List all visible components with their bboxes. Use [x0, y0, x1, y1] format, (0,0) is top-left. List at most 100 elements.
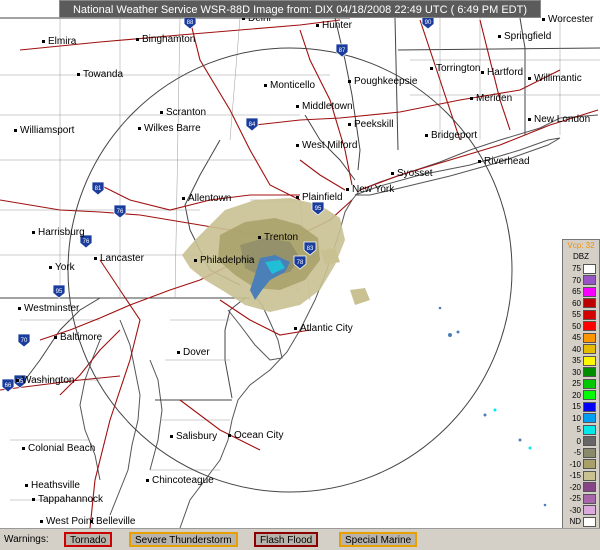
city-marker	[430, 67, 433, 70]
city-marker	[42, 40, 45, 43]
radar-map[interactable]: 8887908481767678958370956695 Elmira Bingh…	[0, 0, 600, 528]
legend-label: 0	[576, 436, 581, 446]
svg-text:87: 87	[339, 48, 346, 54]
legend-label: -10	[569, 459, 581, 469]
legend-swatch	[583, 286, 596, 297]
legend-swatch	[583, 505, 596, 516]
legend-swatch	[583, 378, 596, 389]
legend-label: ND	[569, 517, 581, 527]
vcp-label: Vcp: 32	[563, 240, 599, 251]
city-label: Williamsport	[20, 125, 75, 136]
city-marker	[542, 18, 545, 21]
svg-text:95: 95	[315, 206, 322, 212]
city-label: Riverhead	[484, 156, 530, 167]
city-label: Hunter	[322, 20, 353, 31]
city-marker	[22, 447, 25, 450]
svg-text:88: 88	[187, 20, 194, 26]
city-marker	[264, 84, 267, 87]
legend-row: 75	[563, 263, 599, 275]
city-marker	[138, 127, 141, 130]
city-label: West Point	[46, 516, 94, 527]
city-label: Allentown	[188, 193, 231, 204]
city-label: Scranton	[166, 107, 206, 118]
city-label: Worcester	[548, 14, 594, 25]
legend-label: 15	[572, 402, 581, 412]
legend-label: 55	[572, 310, 581, 320]
legend-swatch	[583, 390, 596, 401]
city-marker	[346, 188, 349, 191]
svg-text:81: 81	[95, 186, 102, 192]
city-marker	[296, 144, 299, 147]
city-label: Springfield	[504, 31, 551, 42]
city-marker	[182, 197, 185, 200]
city-label: Washington	[22, 375, 74, 386]
svg-text:76: 76	[117, 209, 124, 215]
legend-swatch	[583, 332, 596, 343]
city-marker	[77, 73, 80, 76]
legend-row: -20	[563, 482, 599, 494]
legend-row: -25	[563, 493, 599, 505]
city-label: New York	[352, 184, 395, 195]
legend-row: 5	[563, 424, 599, 436]
city-marker	[14, 129, 17, 132]
legend-swatch	[583, 321, 596, 332]
city-label: Bridgeport	[431, 130, 477, 141]
city-label: New London	[534, 114, 590, 125]
legend-swatch	[583, 344, 596, 355]
severe-thunderstorm-warning-button[interactable]: Severe Thunderstorm	[129, 532, 238, 547]
legend-row: 10	[563, 413, 599, 425]
flash-flood-warning-button[interactable]: Flash Flood	[254, 532, 319, 547]
city-marker	[40, 520, 43, 523]
legend-label: 20	[572, 390, 581, 400]
legend-swatch	[583, 482, 596, 493]
city-marker	[146, 479, 149, 482]
legend-row: 55	[563, 309, 599, 321]
legend-swatch	[583, 436, 596, 447]
city-marker	[160, 111, 163, 114]
city-label: Belleville	[96, 516, 136, 527]
legend-row: 15	[563, 401, 599, 413]
city-label: Atlantic City	[300, 323, 353, 334]
city-label: Meriden	[476, 93, 512, 104]
legend-row: 60	[563, 298, 599, 310]
legend-label: 35	[572, 356, 581, 366]
city-label: Syosset	[397, 168, 433, 179]
legend-swatch	[583, 275, 596, 286]
special-marine-warning-button[interactable]: Special Marine	[339, 532, 418, 547]
legend-row: 40	[563, 344, 599, 356]
city-label: Salisbury	[176, 431, 217, 442]
legend-swatch	[583, 355, 596, 366]
legend-row: ND	[563, 516, 599, 528]
legend-label: 65	[572, 287, 581, 297]
legend-row: 0	[563, 436, 599, 448]
city-label: Torrington	[436, 63, 480, 74]
city-marker	[498, 35, 501, 38]
svg-text:84: 84	[249, 122, 256, 128]
city-marker	[348, 123, 351, 126]
city-marker	[194, 259, 197, 262]
city-label: Ocean City	[234, 430, 283, 441]
city-marker	[528, 118, 531, 121]
legend-row: 30	[563, 367, 599, 379]
city-label: Colonial Beach	[28, 443, 95, 454]
city-label: Plainfield	[302, 192, 343, 203]
city-label: West Milford	[302, 140, 357, 151]
tornado-warning-button[interactable]: Tornado	[64, 532, 113, 547]
city-marker	[54, 336, 57, 339]
city-marker	[177, 351, 180, 354]
legend-label: 60	[572, 298, 581, 308]
city-label: Middletown	[302, 101, 353, 112]
city-label: Towanda	[83, 69, 123, 80]
svg-text:66: 66	[5, 383, 12, 389]
city-label: Wilkes Barre	[144, 123, 201, 134]
city-marker	[258, 236, 261, 239]
city-marker	[391, 172, 394, 175]
legend-label: 75	[572, 264, 581, 274]
legend-row: 50	[563, 321, 599, 333]
svg-text:83: 83	[307, 246, 314, 252]
city-marker	[294, 327, 297, 330]
svg-text:78: 78	[297, 260, 304, 266]
legend-swatch	[583, 298, 596, 309]
legend-label: -30	[569, 505, 581, 515]
city-marker	[32, 231, 35, 234]
